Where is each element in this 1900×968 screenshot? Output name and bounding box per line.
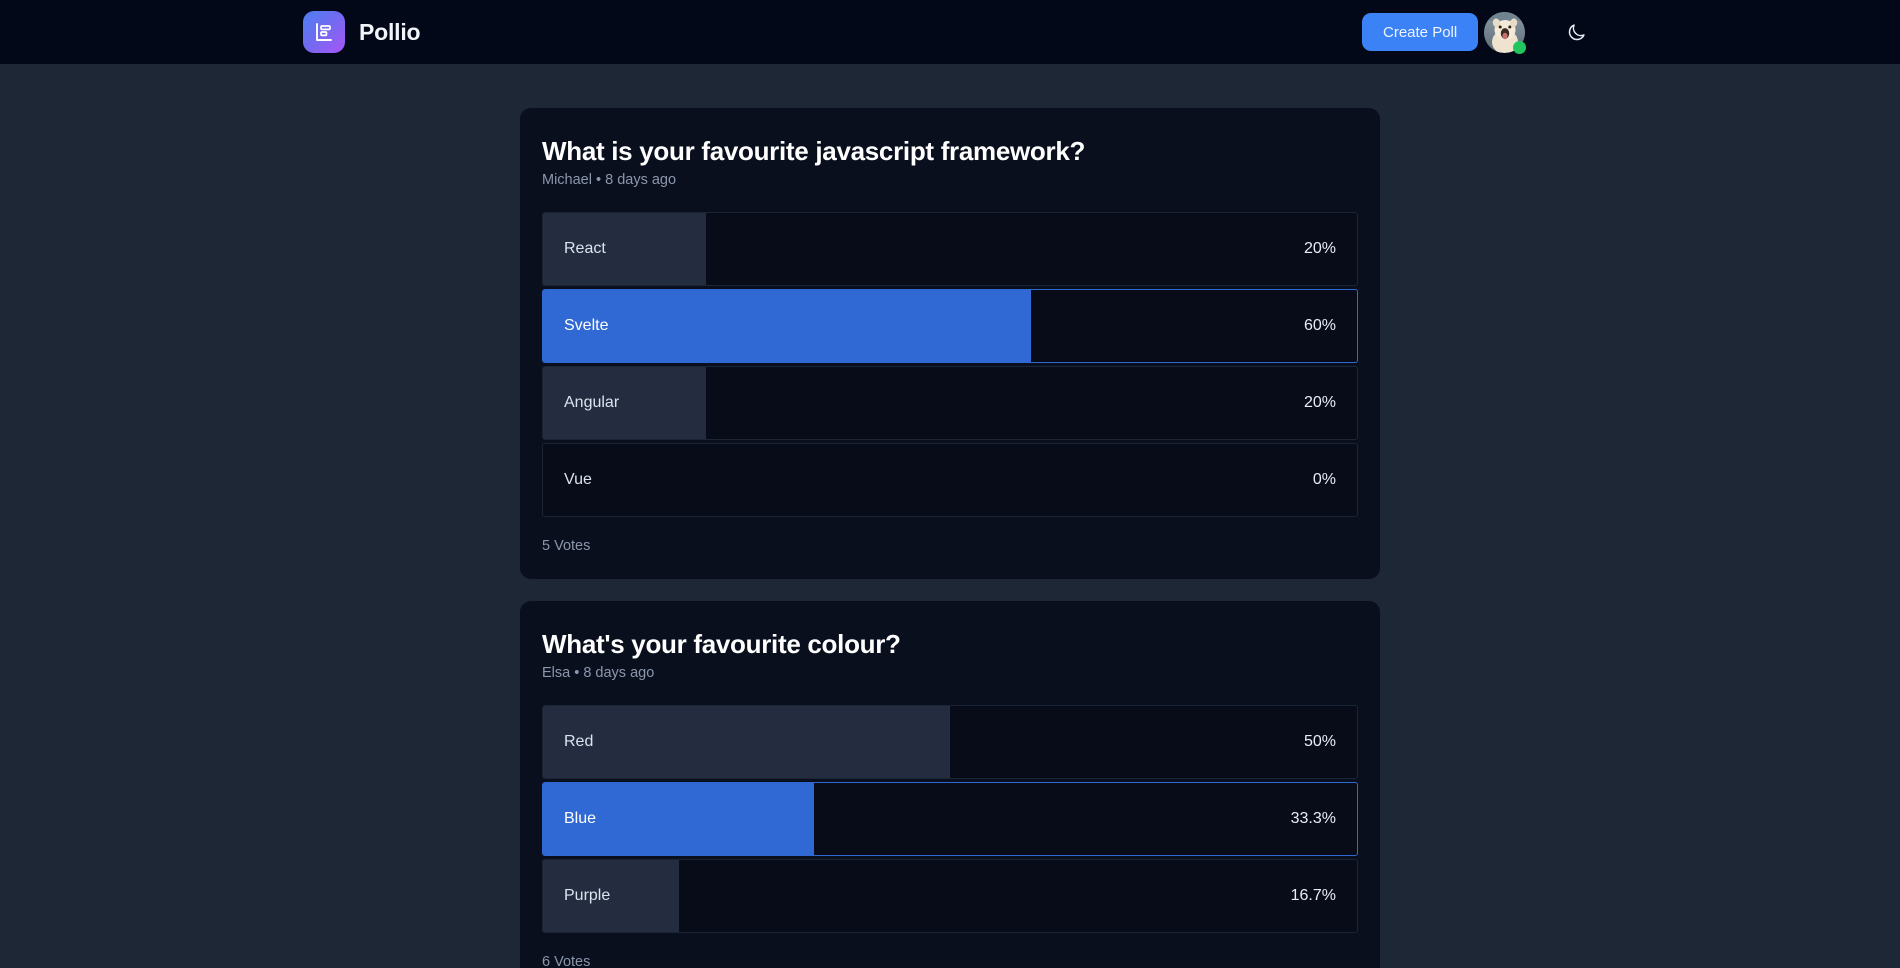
poll-option-percent: 0% bbox=[1312, 470, 1336, 488]
poll-option-label: Red bbox=[564, 732, 594, 750]
poll-feed: What is your favourite javascript framew… bbox=[0, 64, 1900, 968]
poll-option-bar bbox=[543, 705, 950, 778]
poll-bars-icon bbox=[303, 11, 345, 53]
brand-home-link[interactable]: Pollio bbox=[303, 11, 421, 53]
poll-option[interactable]: Vue 0% bbox=[542, 442, 1358, 517]
create-poll-button[interactable]: Create Poll bbox=[1362, 13, 1479, 51]
poll-title: What's your favourite colour? bbox=[542, 629, 901, 660]
poll-meta: Michael • 8 days ago bbox=[542, 172, 677, 189]
poll-card: What's your favourite colour? Elsa • 8 da… bbox=[520, 601, 1380, 968]
poll-option[interactable]: Blue 33.3% bbox=[542, 781, 1358, 856]
poll-vote-count: 5 Votes bbox=[542, 537, 591, 554]
poll-option-percent: 16.7% bbox=[1290, 886, 1336, 904]
poll-option[interactable]: Angular 20% bbox=[542, 365, 1358, 440]
poll-option-label: React bbox=[564, 239, 606, 257]
poll-option[interactable]: Red 50% bbox=[542, 704, 1358, 779]
app-header: Pollio Create Poll bbox=[0, 0, 1900, 64]
poll-option-percent: 60% bbox=[1303, 316, 1336, 334]
poll-card: What is your favourite javascript framew… bbox=[520, 108, 1380, 580]
poll-option-percent: 33.3% bbox=[1290, 809, 1336, 827]
poll-option-label: Svelte bbox=[564, 316, 609, 334]
poll-option[interactable]: React 20% bbox=[542, 211, 1358, 286]
poll-vote-count: 6 Votes bbox=[542, 953, 591, 968]
poll-option-label: Blue bbox=[564, 809, 597, 827]
poll-option-label: Purple bbox=[564, 886, 611, 904]
poll-title: What is your favourite javascript framew… bbox=[542, 136, 1086, 166]
poll-options: Red 50% Blue 33.3% Purple 16.7% bbox=[542, 704, 1358, 933]
status-badge bbox=[1513, 41, 1526, 54]
poll-option-bar bbox=[543, 289, 1032, 362]
poll-option-label: Vue bbox=[564, 470, 592, 488]
poll-option[interactable]: Svelte 60% bbox=[542, 288, 1358, 363]
poll-options: React 20% Svelte 60% Angular 20% Vue 0% bbox=[542, 211, 1358, 517]
moon-icon[interactable] bbox=[1560, 16, 1592, 48]
poll-option-percent: 50% bbox=[1303, 732, 1336, 750]
poll-option-percent: 20% bbox=[1303, 393, 1336, 411]
brand-name: Pollio bbox=[359, 18, 421, 45]
poll-option-percent: 20% bbox=[1303, 239, 1336, 257]
poll-option-label: Angular bbox=[564, 393, 620, 411]
poll-option[interactable]: Purple 16.7% bbox=[542, 858, 1358, 933]
avatar[interactable] bbox=[1484, 12, 1526, 54]
poll-meta: Elsa • 8 days ago bbox=[542, 665, 655, 682]
